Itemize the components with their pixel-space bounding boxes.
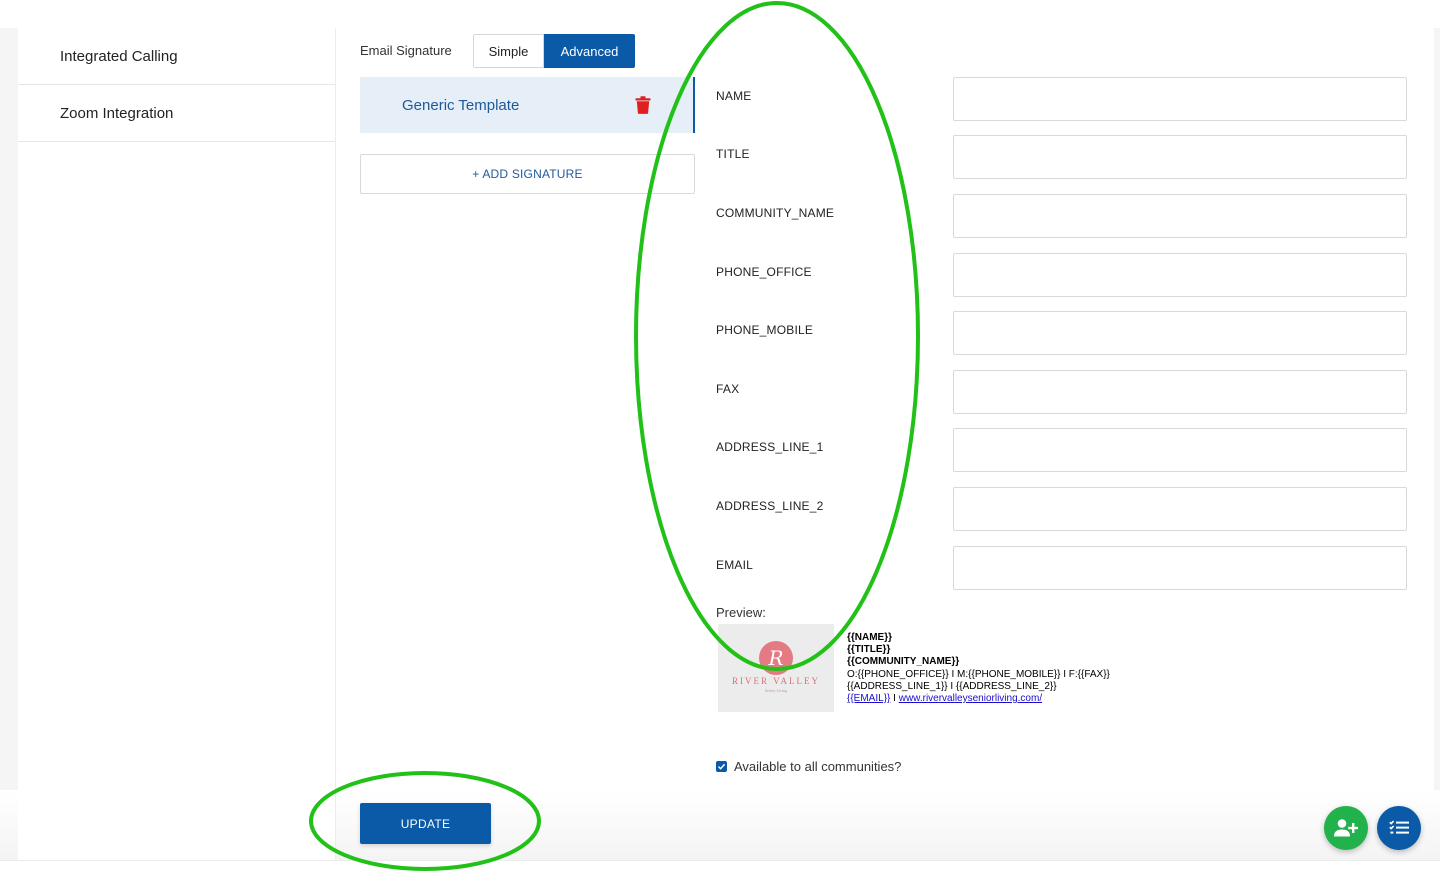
fax-input[interactable] — [953, 370, 1407, 414]
sidebar-item-label: Zoom Integration — [60, 104, 174, 122]
update-button[interactable]: UPDATE — [360, 803, 491, 844]
address-line-1-input[interactable] — [953, 428, 1407, 472]
field-label-phone-office: PHONE_OFFICE — [716, 265, 812, 279]
checkmark-icon — [717, 763, 726, 770]
field-label-fax: FAX — [716, 382, 740, 396]
preview-contact-line: {{EMAIL}} I www.rivervalleyseniorliving.… — [847, 693, 1110, 705]
email-signature-label: Email Signature — [360, 43, 452, 58]
available-all-label: Available to all communities? — [734, 759, 902, 774]
field-label-community-name: COMMUNITY_NAME — [716, 206, 835, 220]
phone-mobile-input[interactable] — [953, 311, 1407, 355]
sidebar-item-label: Integrated Calling — [60, 47, 178, 65]
template-name: Generic Template — [402, 96, 520, 114]
logo-brand-text: RIVER VALLEY — [732, 676, 820, 686]
preview-title-line: {{TITLE}} — [847, 644, 891, 656]
signature-preview-text: {{NAME}} {{TITLE}} {{COMMUNITY_NAME}} O:… — [847, 632, 1110, 705]
bottom-strip — [0, 860, 1440, 873]
logo-tagline: Senior Living — [765, 688, 787, 693]
field-label-email: EMAIL — [716, 558, 754, 572]
add-contact-button[interactable] — [1324, 806, 1368, 850]
page-left-gutter — [0, 28, 18, 860]
preview-name-line: {{NAME}} — [847, 632, 893, 643]
task-list-icon — [1389, 820, 1409, 834]
preview-separator: I — [890, 693, 899, 705]
advanced-mode-button[interactable]: Advanced — [544, 34, 635, 68]
page-right-gutter — [1434, 28, 1440, 860]
template-item-generic[interactable]: Generic Template — [360, 77, 695, 133]
field-label-address-line-1: ADDRESS_LINE_1 — [716, 440, 824, 454]
community-name-input[interactable] — [953, 194, 1407, 238]
name-input[interactable] — [953, 77, 1407, 121]
preview-website-link[interactable]: www.rivervalleyseniorliving.com/ — [899, 693, 1042, 704]
signature-mode-toggle: Simple Advanced — [473, 34, 635, 68]
add-person-icon — [1334, 819, 1358, 837]
field-label-phone-mobile: PHONE_MOBILE — [716, 323, 814, 337]
available-all-option[interactable]: Available to all communities? — [716, 759, 901, 774]
logo-monogram: R — [759, 641, 793, 675]
available-all-checkbox[interactable] — [716, 761, 727, 772]
sidebar-item-zoom-integration[interactable]: Zoom Integration — [18, 85, 335, 142]
river-valley-logo: R RIVER VALLEY Senior Living — [718, 624, 834, 712]
title-input[interactable] — [953, 135, 1407, 179]
simple-mode-button[interactable]: Simple — [473, 34, 544, 68]
preview-email-link[interactable]: {{EMAIL}} — [847, 693, 890, 704]
field-label-address-line-2: ADDRESS_LINE_2 — [716, 499, 824, 513]
email-input[interactable] — [953, 546, 1407, 590]
sidebar-item-integrated-calling[interactable]: Integrated Calling — [18, 28, 335, 85]
preview-community-line: {{COMMUNITY_NAME}} — [847, 656, 960, 668]
phone-office-input[interactable] — [953, 253, 1407, 297]
add-signature-button[interactable]: + ADD SIGNATURE — [360, 154, 695, 194]
address-line-2-input[interactable] — [953, 487, 1407, 531]
preview-phones-line: O:{{PHONE_OFFICE}} I M:{{PHONE_MOBILE}} … — [847, 668, 1110, 680]
field-label-title: TITLE — [716, 147, 750, 161]
trash-icon[interactable] — [635, 96, 651, 114]
preview-address-line: {{ADDRESS_LINE_1}} I {{ADDRESS_LINE_2}} — [847, 680, 1057, 692]
field-label-name: NAME — [716, 89, 752, 103]
settings-sidebar: Integrated Calling Zoom Integration — [18, 28, 336, 860]
preview-label: Preview: — [716, 605, 766, 620]
task-list-button[interactable] — [1377, 806, 1421, 850]
